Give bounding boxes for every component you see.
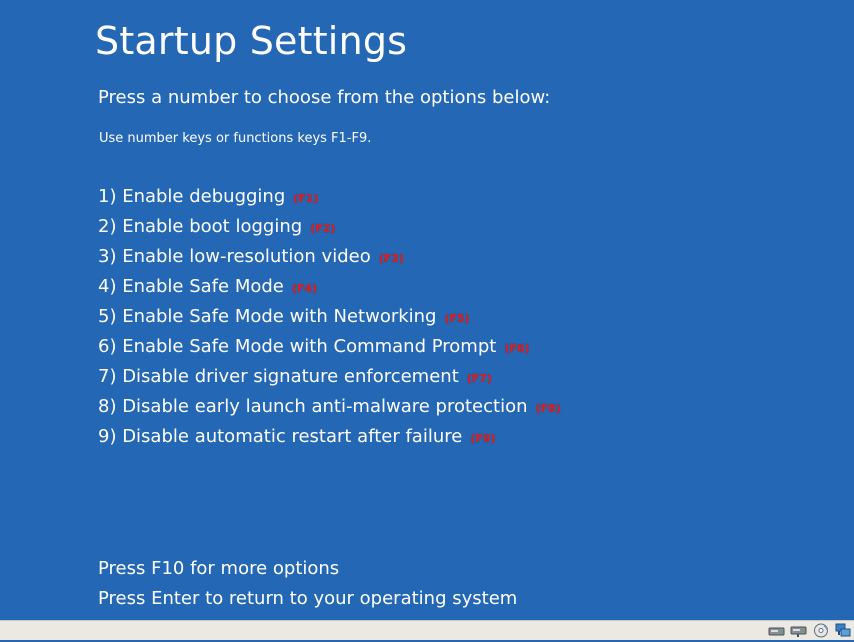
option-enable-low-resolution-video[interactable]: 3) Enable low-resolution video (F3): [98, 244, 561, 274]
more-options-text: Press F10 for more options: [98, 558, 340, 579]
function-key-annotation: (F9): [470, 432, 496, 445]
function-key-annotation: (F1): [293, 192, 319, 205]
optical-disc-icon[interactable]: [812, 623, 830, 638]
network-drive-icon[interactable]: [790, 623, 808, 638]
return-to-os-text: Press Enter to return to your operating …: [98, 588, 518, 609]
status-tray: [768, 623, 852, 638]
option-enable-debugging[interactable]: 1) Enable debugging (F1): [98, 184, 561, 214]
function-key-annotation: (F3): [378, 252, 404, 265]
option-label: 2) Enable boot logging: [98, 216, 303, 237]
vm-status-bar: [0, 620, 854, 640]
option-disable-driver-signature[interactable]: 7) Disable driver signature enforcement (…: [98, 364, 561, 394]
option-label: 3) Enable low-resolution video: [98, 246, 371, 267]
option-safe-mode-networking[interactable]: 5) Enable Safe Mode with Networking (F5): [98, 304, 561, 334]
function-key-annotation: (F5): [444, 312, 470, 325]
option-label: 1) Enable debugging: [98, 186, 286, 207]
hint-text: Use number keys or functions keys F1-F9.: [99, 131, 372, 146]
function-key-annotation: (F4): [291, 282, 318, 295]
startup-settings-screen: Startup Settings Press a number to choos…: [0, 0, 854, 620]
option-enable-boot-logging[interactable]: 2) Enable boot logging (F2): [98, 214, 561, 244]
option-label: 6) Enable Safe Mode with Command Prompt: [98, 336, 497, 357]
option-label: 4) Enable Safe Mode: [98, 276, 284, 297]
network-adapter-icon[interactable]: [834, 623, 852, 638]
option-label: 5) Enable Safe Mode with Networking: [98, 306, 437, 327]
option-safe-mode-command-prompt[interactable]: 6) Enable Safe Mode with Command Prompt (…: [98, 334, 561, 364]
page-title: Startup Settings: [95, 19, 408, 63]
instruction-text: Press a number to choose from the option…: [98, 87, 551, 108]
function-key-annotation: (F7): [466, 372, 492, 385]
option-disable-elam[interactable]: 8) Disable early launch anti-malware pro…: [98, 394, 561, 424]
function-key-annotation: (F2): [310, 222, 336, 235]
hard-disk-icon[interactable]: [768, 623, 786, 638]
option-label: 9) Disable automatic restart after failu…: [98, 426, 463, 447]
footer-instructions: Press F10 for more options Press Enter t…: [98, 554, 517, 614]
option-label: 8) Disable early launch anti-malware pro…: [98, 396, 528, 417]
option-disable-auto-restart[interactable]: 9) Disable automatic restart after failu…: [98, 424, 561, 454]
function-key-annotation: (F8): [535, 402, 561, 415]
options-list: 1) Enable debugging (F1) 2) Enable boot l…: [98, 184, 561, 454]
option-label: 7) Disable driver signature enforcement: [98, 366, 459, 387]
option-enable-safe-mode[interactable]: 4) Enable Safe Mode (F4): [98, 274, 561, 304]
function-key-annotation: (F6): [504, 342, 530, 355]
